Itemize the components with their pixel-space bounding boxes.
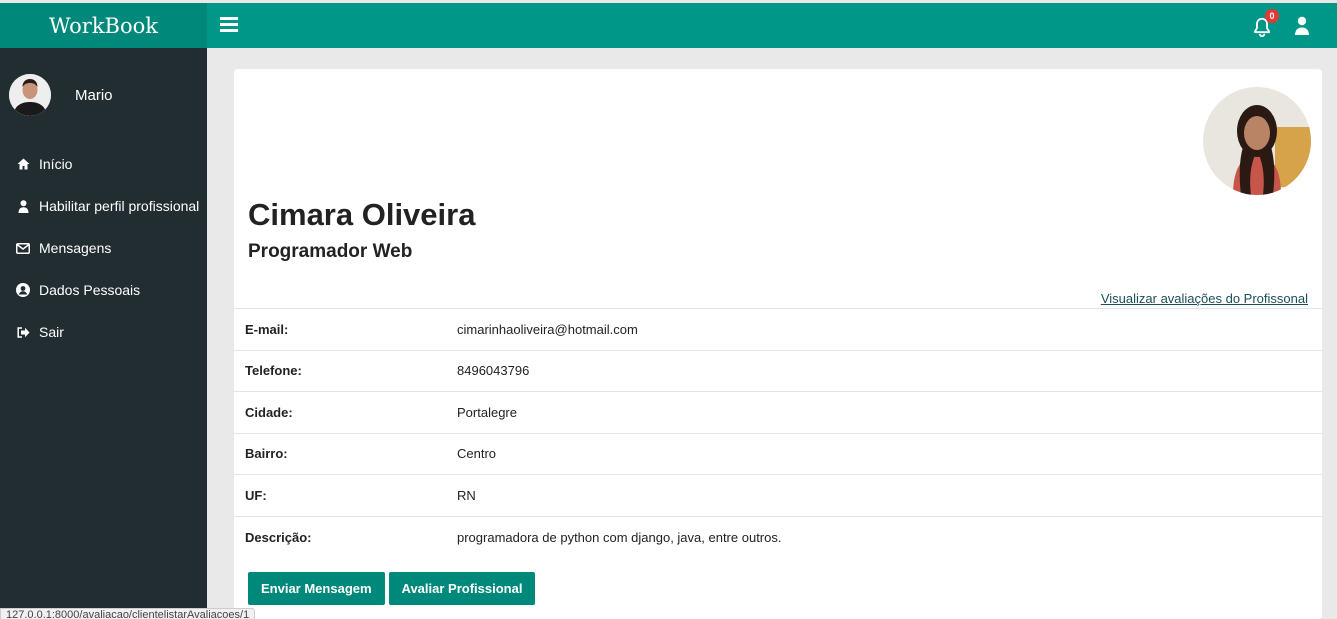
sidebar-user-name: Mario	[75, 86, 113, 104]
sidebar-item-inicio[interactable]: Início	[0, 143, 207, 185]
field-value: Centro	[457, 446, 497, 462]
table-row: UF: RN	[234, 474, 1322, 517]
hamburger-icon[interactable]	[220, 15, 238, 35]
rate-professional-button[interactable]: Avaliar Profissional	[388, 572, 536, 605]
table-row: Descrição: programadora de python com dj…	[234, 516, 1322, 558]
top-navbar: WorkBook 0	[0, 3, 1337, 48]
table-row: Telefone: 8496043796	[234, 350, 1322, 392]
field-value: 8496043796	[457, 363, 530, 379]
field-label: Telefone:	[245, 363, 302, 379]
profile-role: Programador Web	[248, 241, 413, 262]
person-icon	[16, 199, 30, 213]
sidebar-item-label: Início	[39, 156, 73, 172]
sidebar-nav: Início Habilitar perfil profissional Men…	[0, 143, 207, 353]
sidebar-profile: Mario	[9, 74, 113, 116]
profile-details-table: E-mail: cimarinhaoliveira@hotmail.com Te…	[234, 308, 1322, 558]
user-circle-icon	[16, 283, 30, 297]
field-value: cimarinhaoliveira@hotmail.com	[457, 321, 638, 337]
table-row: E-mail: cimarinhaoliveira@hotmail.com	[234, 308, 1322, 351]
brand-logo[interactable]: WorkBook	[0, 3, 207, 48]
sidebar-item-sair[interactable]: Sair	[0, 311, 207, 353]
field-value: programadora de python com django, java,…	[457, 529, 782, 545]
sign-out-icon	[16, 325, 30, 339]
notification-badge: 0	[1265, 9, 1279, 23]
user-icon[interactable]	[1294, 16, 1310, 36]
field-value: Portalegre	[457, 404, 517, 420]
action-buttons: Enviar Mensagem Avaliar Profissional	[248, 572, 536, 605]
field-label: Descrição:	[245, 529, 312, 545]
home-icon	[16, 157, 30, 171]
avatar	[9, 74, 51, 116]
sidebar-item-habilitar-perfil[interactable]: Habilitar perfil profissional	[0, 185, 207, 227]
profile-photo	[1203, 87, 1311, 195]
profile-card: Cimara Oliveira Programador Web Visualiz…	[234, 69, 1322, 619]
sidebar: Mario Início Habilitar perfil profission…	[0, 48, 207, 619]
sidebar-item-label: Dados Pessoais	[39, 282, 141, 298]
field-value: RN	[457, 487, 476, 503]
sidebar-item-label: Habilitar perfil profissional	[39, 198, 200, 214]
sidebar-item-mensagens[interactable]: Mensagens	[0, 227, 207, 269]
sidebar-item-label: Sair	[39, 324, 64, 340]
table-row: Cidade: Portalegre	[234, 391, 1322, 434]
field-label: E-mail:	[245, 321, 289, 337]
browser-status-url: 127.0.0.1:8000/avaliacao/clientelistarAv…	[0, 608, 256, 619]
field-label: Bairro:	[245, 446, 288, 462]
field-label: UF:	[245, 487, 267, 503]
field-label: Cidade:	[245, 404, 293, 420]
view-reviews-link[interactable]: Visualizar avaliações do Profissonal	[1101, 291, 1308, 306]
sidebar-item-label: Mensagens	[39, 240, 112, 256]
envelope-icon	[16, 241, 30, 255]
send-message-button[interactable]: Enviar Mensagem	[248, 572, 385, 605]
profile-name: Cimara Oliveira	[248, 197, 476, 232]
table-row: Bairro: Centro	[234, 433, 1322, 475]
sidebar-item-dados-pessoais[interactable]: Dados Pessoais	[0, 269, 207, 311]
